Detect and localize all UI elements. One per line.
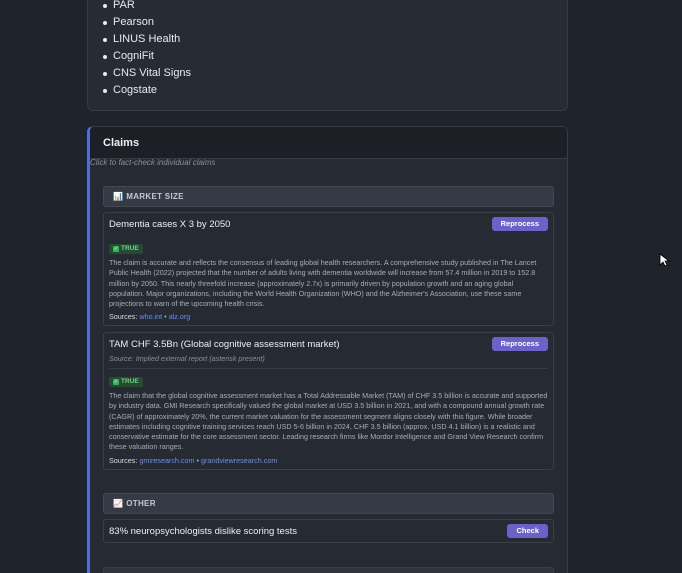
claim-source-note: Source: Implied external report (asteris…	[109, 354, 265, 363]
section-header-other: 📈 OTHER	[103, 493, 554, 514]
vendor-list-card: PAR Pearson LINUS Health CogniFit CNS Vi…	[87, 0, 568, 111]
bullet-icon	[103, 88, 107, 93]
claim-card-dementia[interactable]: Dementia cases X 3 by 2050 Reprocess ✓ T…	[103, 212, 554, 326]
claims-header: Claims	[90, 127, 567, 159]
verdict-badge: ✓ TRUE	[109, 244, 143, 254]
claims-panel: Claims Click to fact-check individual cl…	[87, 126, 568, 573]
bullet-icon	[103, 20, 107, 25]
bullet-icon	[103, 37, 107, 42]
bullet-icon	[103, 3, 107, 8]
claim-explanation: The claim is accurate and reflects the c…	[109, 258, 537, 309]
check-button[interactable]: Check	[507, 524, 548, 538]
vendor-list: PAR Pearson LINUS Health CogniFit CNS Vi…	[103, 0, 191, 99]
list-item: CogniFit	[103, 48, 191, 65]
reprocess-button[interactable]: Reprocess	[491, 217, 548, 231]
claim-title: 83% neuropsychologists dislike scoring t…	[109, 526, 297, 537]
list-item: PAR	[103, 0, 191, 14]
source-link[interactable]: who.int	[139, 312, 162, 321]
section-label: MARKET SIZE	[126, 192, 184, 201]
list-item: Cogstate	[103, 82, 191, 99]
claim-sources: Sources: who.int • alz.org	[109, 312, 191, 321]
mouse-cursor-icon	[659, 253, 671, 267]
source-link[interactable]: gmiresearch.com	[139, 456, 194, 465]
list-item: CNS Vital Signs	[103, 65, 191, 82]
bullet-icon	[103, 54, 107, 59]
claim-card-tam[interactable]: TAM CHF 3.5Bn (Global cognitive assessme…	[103, 332, 554, 470]
section-header-market-size: 📊 MARKET SIZE	[103, 186, 554, 207]
reprocess-button[interactable]: Reprocess	[491, 337, 548, 351]
claim-explanation: The claim that the global cognitive asse…	[109, 391, 548, 452]
claims-title: Claims	[103, 136, 140, 149]
next-section-header	[103, 567, 554, 573]
verdict-badge: ✓ TRUE	[109, 377, 143, 387]
list-item: Pearson	[103, 14, 191, 31]
trend-icon: 📈	[113, 499, 124, 508]
source-link[interactable]: grandviewresearch.com	[201, 456, 277, 465]
source-link[interactable]: alz.org	[169, 312, 191, 321]
claim-title: TAM CHF 3.5Bn (Global cognitive assessme…	[109, 339, 340, 350]
claim-title: Dementia cases X 3 by 2050	[109, 219, 231, 230]
check-icon: ✓	[113, 379, 119, 385]
claim-card-neuropsychologists[interactable]: 83% neuropsychologists dislike scoring t…	[103, 519, 554, 543]
claim-sources: Sources: gmiresearch.com • grandviewrese…	[109, 456, 278, 465]
list-item: LINUS Health	[103, 31, 191, 48]
bar-chart-icon: 📊	[113, 192, 124, 201]
divider	[109, 368, 548, 369]
check-icon: ✓	[113, 246, 119, 252]
claims-hint: Click to fact-check individual claims	[90, 158, 216, 167]
section-label: OTHER	[126, 499, 156, 508]
bullet-icon	[103, 71, 107, 76]
